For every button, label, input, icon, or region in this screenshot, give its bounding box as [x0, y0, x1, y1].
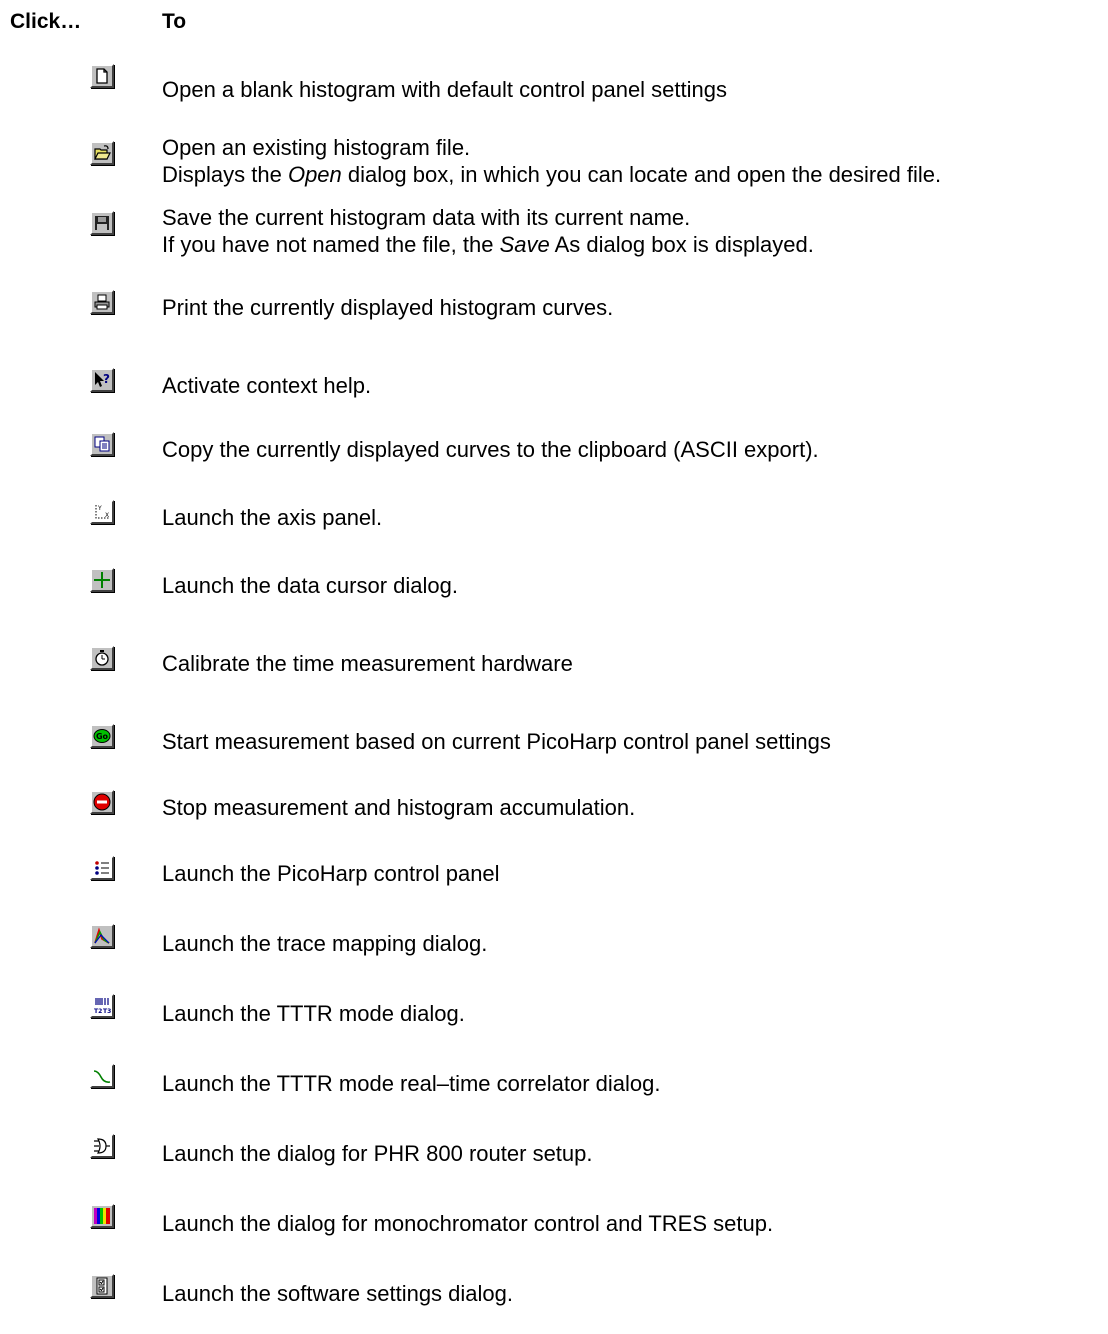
row-description: Launch the TTTR mode dialog. [162, 1001, 465, 1026]
new-document-icon[interactable] [90, 64, 114, 88]
svg-text:Go: Go [96, 732, 109, 741]
row-description: Stop measurement and histogram accumulat… [162, 795, 636, 820]
list-item: ? Activate context help. [0, 368, 1108, 428]
row-description: Activate context help. [162, 373, 372, 398]
stopwatch-icon[interactable] [90, 646, 114, 670]
svg-text:?: ? [103, 372, 110, 386]
list-item: Go Start measurement based on current Pi… [0, 724, 1108, 784]
correlator-icon[interactable] [90, 1064, 114, 1088]
list-item: Launch the PicoHarp control panel [0, 856, 1108, 916]
row-description: Save the current histogram data with its… [162, 205, 691, 230]
row-description: Launch the trace mapping dialog. [162, 931, 488, 956]
row-description: Open an existing histogram file. [162, 135, 471, 160]
row-description: Print the currently displayed histogram … [162, 295, 614, 320]
row-description: Launch the dialog for monochromator cont… [162, 1211, 774, 1236]
list-item: Open a blank histogram with default cont… [0, 64, 1108, 124]
copy-icon[interactable] [90, 432, 114, 456]
tttr-mode-icon[interactable]: T2 T3 [90, 994, 114, 1018]
list-item: T2 T3 Launch the TTTR mode dialog. [0, 994, 1108, 1054]
svg-text:X: X [105, 512, 109, 519]
row-description-detail: Displays the Open dialog box, in which y… [162, 162, 942, 187]
trace-mapping-icon[interactable] [90, 924, 114, 948]
row-description: Launch the data cursor dialog. [162, 573, 458, 598]
svg-text:Y: Y [97, 505, 102, 512]
row-description: Launch the software settings dialog. [162, 1281, 514, 1306]
list-item: Stop measurement and histogram accumulat… [0, 790, 1108, 850]
control-panel-icon[interactable] [90, 856, 114, 880]
router-icon[interactable] [90, 1134, 114, 1158]
open-folder-icon[interactable] [90, 141, 114, 165]
click-column-header: Click… [10, 10, 82, 33]
row-description: Launch the dialog for PHR 800 router set… [162, 1141, 593, 1166]
list-item: Calibrate the time measurement hardware [0, 646, 1108, 706]
stop-icon[interactable] [90, 790, 114, 814]
list-item: Copy the currently displayed curves to t… [0, 432, 1108, 492]
save-disk-icon[interactable] [90, 211, 114, 235]
row-description: Launch the axis panel. [162, 505, 383, 530]
context-help-icon[interactable]: ? [90, 368, 114, 392]
list-item: Open an existing histogram file. Display… [0, 134, 1108, 194]
list-item: Print the currently displayed histogram … [0, 290, 1108, 350]
list-item: Launch the dialog for monochromator cont… [0, 1204, 1108, 1264]
to-column-header: To [162, 10, 187, 33]
axis-panel-icon[interactable]: YX [90, 500, 114, 524]
monochromator-icon[interactable] [90, 1204, 114, 1228]
printer-icon[interactable] [90, 290, 114, 314]
row-description: Launch the TTTR mode real–time correlato… [162, 1071, 661, 1096]
go-icon[interactable]: Go [90, 724, 114, 748]
row-description-detail: If you have not named the file, the Save… [162, 232, 814, 257]
list-item: Launch the dialog for PHR 800 router set… [0, 1134, 1108, 1194]
list-item: Launch the software settings dialog. [0, 1274, 1108, 1334]
list-item: YX Launch the axis panel. [0, 500, 1108, 560]
row-description: Launch the PicoHarp control panel [162, 861, 500, 886]
row-description: Copy the currently displayed curves to t… [162, 437, 819, 462]
svg-text:T3: T3 [103, 1008, 111, 1015]
list-item: Launch the trace mapping dialog. [0, 924, 1108, 984]
list-item: Launch the TTTR mode real–time correlato… [0, 1064, 1108, 1124]
svg-text:T2: T2 [94, 1008, 102, 1015]
list-item: Save the current histogram data with its… [0, 204, 1108, 264]
data-cursor-icon[interactable] [90, 568, 114, 592]
row-description: Open a blank histogram with default cont… [162, 77, 727, 102]
settings-icon[interactable] [90, 1274, 114, 1298]
row-description: Calibrate the time measurement hardware [162, 651, 573, 676]
list-item: Launch the data cursor dialog. [0, 568, 1108, 628]
row-description: Start measurement based on current PicoH… [162, 729, 831, 754]
